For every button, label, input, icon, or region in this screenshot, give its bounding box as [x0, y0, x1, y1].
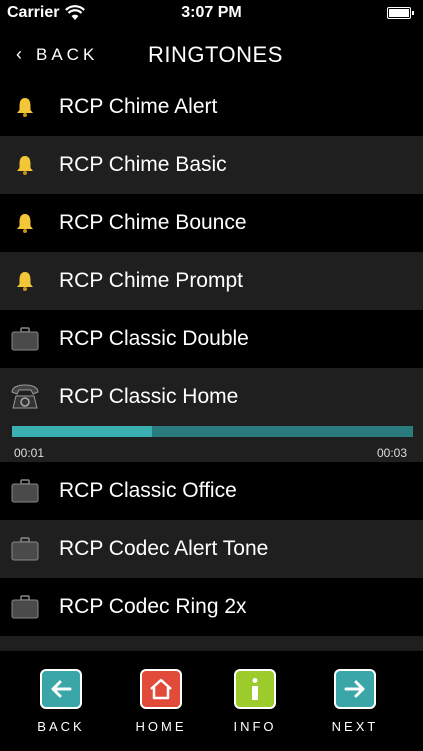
bell-icon [10, 267, 40, 295]
briefcase-icon [10, 477, 40, 505]
ringtone-row[interactable]: RCP Classic Double [0, 310, 423, 368]
ringtone-row[interactable]: RCP Codec Ring 2x [0, 578, 423, 636]
bell-icon [10, 93, 40, 121]
bottom-toolbar: BACK HOME INFO NEXT [0, 650, 423, 751]
back-button-label: BACK [37, 719, 85, 734]
back-link-label: BACK [36, 44, 99, 64]
total-time: 00:03 [376, 446, 407, 460]
status-time: 3:07 PM [181, 4, 242, 21]
home-button[interactable]: HOME [126, 669, 196, 734]
playback-progress-bar[interactable] [12, 426, 413, 437]
home-button-label: HOME [135, 719, 187, 734]
ringtone-list: RCP Chime Alert RCP Chime Basic RCP Chim… [0, 78, 423, 650]
info-icon [234, 669, 276, 709]
info-button[interactable]: INFO [220, 669, 290, 734]
rotary-phone-icon [10, 383, 40, 411]
ringtone-row-playing[interactable]: RCP Classic Home 00:01 00:03 [0, 368, 423, 462]
nav-bar: ‹ BACK RINGTONES [0, 28, 423, 78]
ringtone-label: RCP Codec Alert Tone [59, 537, 269, 560]
ringtone-row[interactable]: RCP Classic Office [0, 462, 423, 520]
playback-progress-fill [12, 426, 153, 437]
ringtone-label: RCP Classic Double [59, 327, 249, 350]
page-title: RINGTONES [148, 42, 283, 67]
chevron-left-icon: ‹ [16, 44, 22, 64]
battery-icon [387, 7, 414, 19]
briefcase-icon [10, 593, 40, 621]
ringtone-label: RCP Chime Bounce [59, 211, 247, 234]
bell-icon [10, 151, 40, 179]
next-button[interactable]: NEXT [320, 669, 390, 734]
ringtone-row-partial[interactable] [0, 636, 423, 650]
back-arrow-icon [40, 669, 82, 709]
ringtone-label: RCP Codec Ring 2x [59, 595, 247, 618]
home-icon [140, 669, 182, 709]
ringtone-label: RCP Classic Office [59, 479, 237, 502]
ringtone-label: RCP Chime Prompt [59, 269, 243, 292]
elapsed-time: 00:01 [14, 446, 45, 460]
back-link[interactable]: ‹ BACK [16, 44, 98, 65]
back-button[interactable]: BACK [26, 669, 96, 734]
ringtone-label: RCP Chime Basic [59, 153, 227, 176]
ringtone-row[interactable]: RCP Chime Bounce [0, 194, 423, 252]
briefcase-icon [10, 325, 40, 353]
next-button-label: NEXT [331, 719, 379, 734]
status-bar: Carrier 3:07 PM [0, 0, 423, 28]
ringtone-row[interactable]: RCP Chime Basic [0, 136, 423, 194]
ringtone-row[interactable]: RCP Codec Alert Tone [0, 520, 423, 578]
briefcase-icon [10, 535, 40, 563]
ringtone-label: RCP Chime Alert [59, 95, 218, 118]
bell-icon [10, 209, 40, 237]
info-button-label: INFO [233, 719, 277, 734]
ringtone-row[interactable]: RCP Chime Alert [0, 78, 423, 136]
forward-arrow-icon [334, 669, 376, 709]
ringtone-row[interactable]: RCP Chime Prompt [0, 252, 423, 310]
ringtone-label: RCP Classic Home [59, 385, 239, 408]
